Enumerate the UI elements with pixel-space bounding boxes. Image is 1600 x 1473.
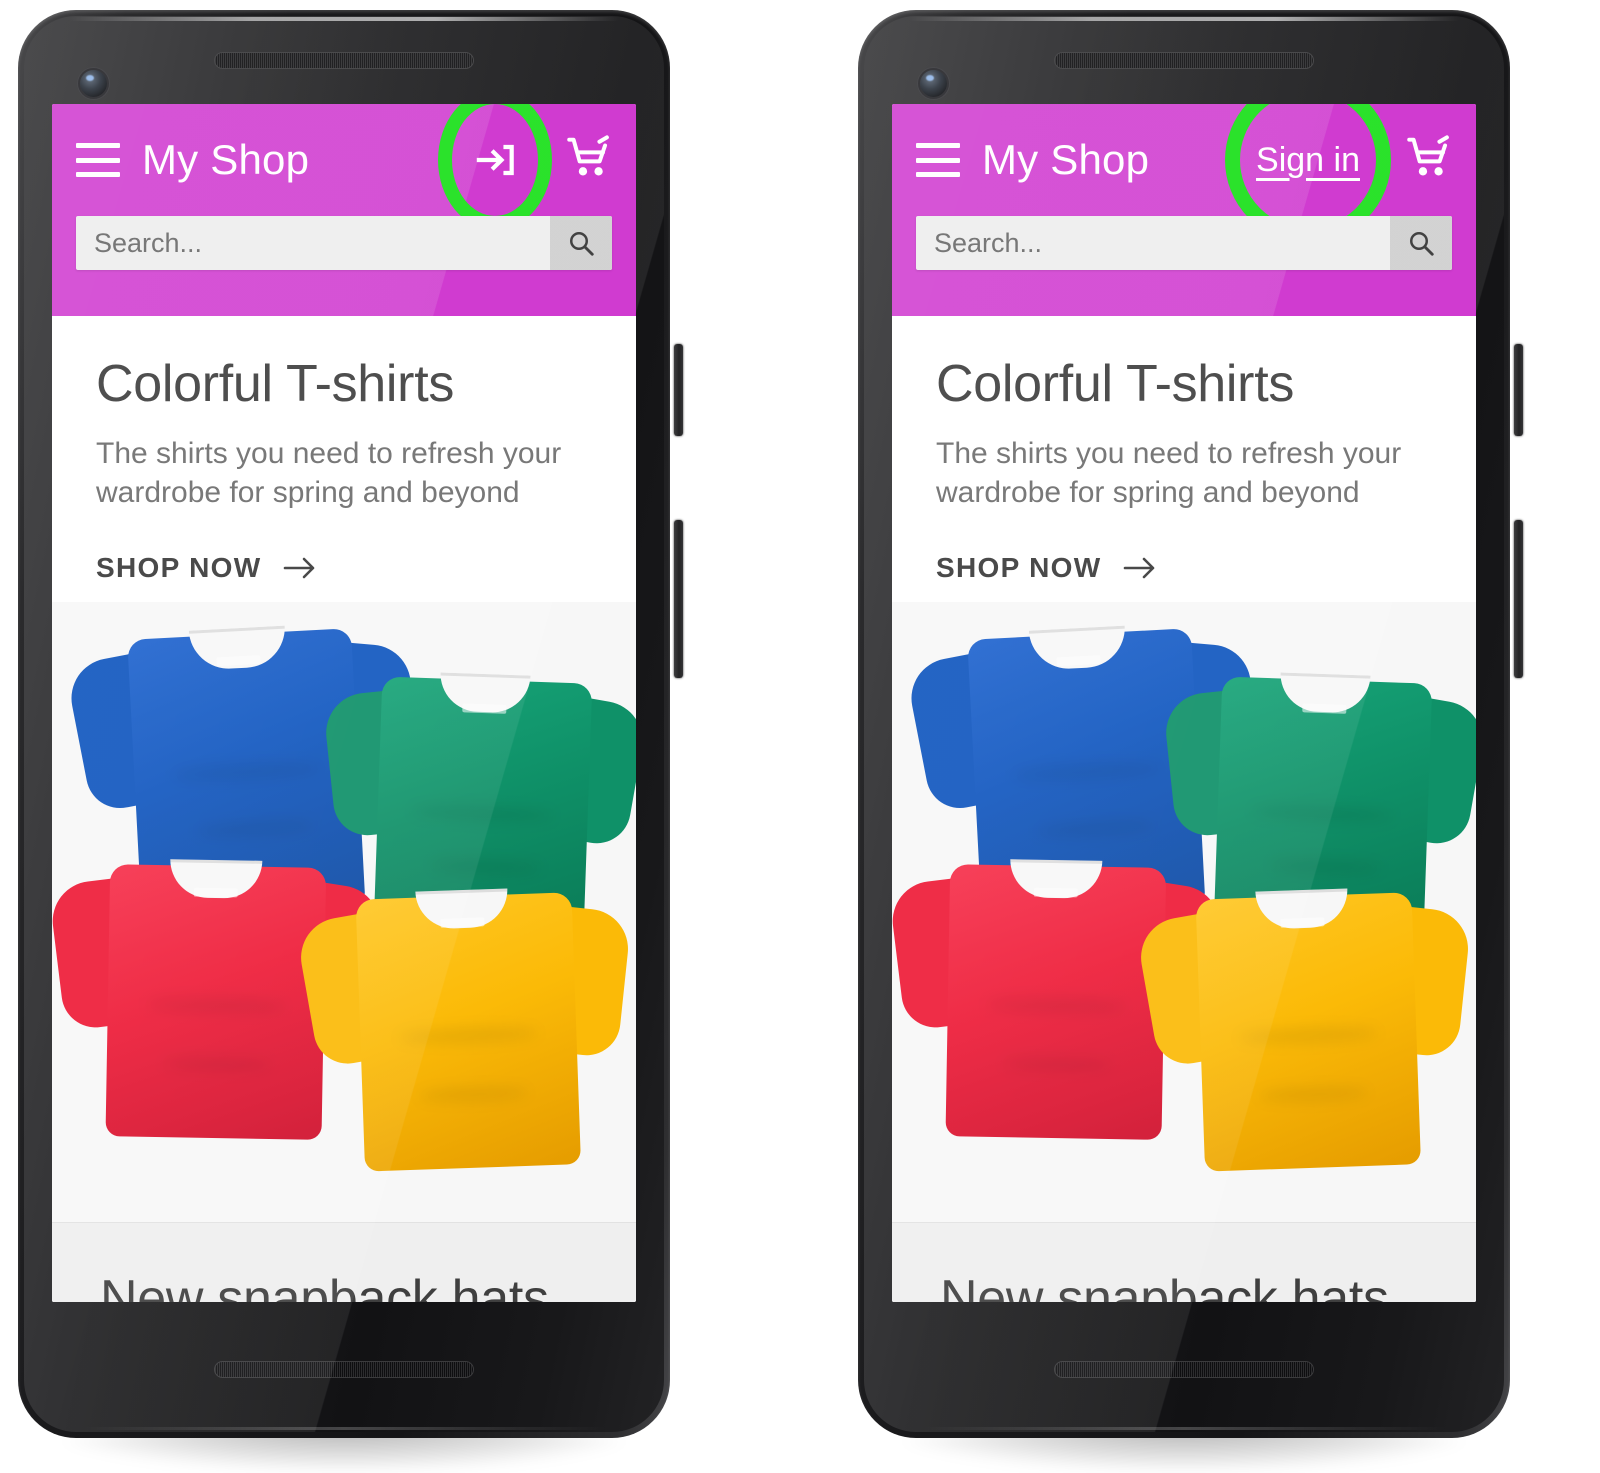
page-content: Colorful T-shirts The shirts you need to… [52,316,636,1302]
bottom-speaker-grille [214,1361,474,1378]
top-edge-glint [908,17,1460,21]
page-title: My Shop [142,136,310,183]
device-body: My Shop Search... Colorful T-shirts The … [24,16,664,1432]
search-bar[interactable] [916,216,1452,270]
arrow-right-icon [284,557,315,579]
search-icon [569,231,594,256]
tshirt-yellow [1134,873,1472,1175]
login-icon [476,144,514,176]
hero-title: Colorful T-shirts [936,355,1295,413]
search-submit-button[interactable] [1390,216,1452,270]
top-edge-glint [68,17,620,21]
power-button[interactable] [674,344,683,436]
app-bar: My Shop Sign in [892,104,1476,316]
phone-device-right: My Shop Sign in Search... Colorful T-shi… [848,6,1523,1472]
device-body: My Shop Sign in Search... Colorful T-shi… [864,16,1504,1432]
power-button[interactable] [1514,344,1523,436]
hero-subtitle: The shirts you need to refresh your ward… [96,437,562,509]
shopping-cart-icon[interactable] [564,133,614,188]
front-camera-icon [920,70,947,97]
shop-now-label: SHOP NOW [96,551,262,583]
volume-button[interactable] [674,520,683,678]
phone-screen-right: My Shop Sign in Search... Colorful T-shi… [892,104,1476,1302]
bottom-edge-glint [81,1427,607,1430]
hero-subtitle: The shirts you need to refresh your ward… [936,437,1402,509]
hero-image [892,601,1476,1222]
sign-in-button[interactable] [438,104,552,230]
bottom-edge-glint [921,1427,1447,1430]
search-input[interactable] [916,216,1390,270]
app-bar: My Shop [52,104,636,316]
search-input[interactable] [76,216,550,270]
hamburger-menu-icon[interactable] [916,143,960,177]
hero-card: Colorful T-shirts The shirts you need to… [52,316,636,1222]
page-title: My Shop [982,136,1150,183]
phone-device-left: My Shop Search... Colorful T-shirts The … [8,6,683,1472]
tshirt-yellow [294,873,632,1175]
front-camera-icon [80,70,107,97]
hero-image [52,601,636,1222]
shop-now-button[interactable]: SHOP NOW [936,552,1157,584]
section-snapback-hats: New snapback hats Dashing, distinctive. … [892,1221,1476,1302]
search-submit-button[interactable] [550,216,612,270]
hero-card: Colorful T-shirts The shirts you need to… [892,316,1476,1222]
comparison-stage: My Shop Search... Colorful T-shirts The … [0,0,1600,1473]
search-icon [1409,231,1434,256]
hamburger-menu-icon[interactable] [76,143,120,177]
shop-now-label: SHOP NOW [936,551,1102,583]
bottom-speaker-grille [1054,1361,1314,1378]
shop-now-button[interactable]: SHOP NOW [96,552,317,584]
arrow-right-icon [1124,557,1155,579]
section-two-title: New snapback hats [940,1269,1389,1302]
phone-screen-left: My Shop Search... Colorful T-shirts The … [52,104,636,1302]
page-content: Colorful T-shirts The shirts you need to… [892,316,1476,1302]
sign-in-label: Sign in [1256,140,1360,179]
earpiece-speaker-grille [1054,52,1314,69]
app-bar-row: My Shop Sign in [892,104,1476,243]
section-snapback-hats: New snapback hats Dashing, distinctive. … [52,1221,636,1302]
shopping-cart-icon[interactable] [1404,133,1454,188]
earpiece-speaker-grille [214,52,474,69]
sign-in-button[interactable]: Sign in [1225,104,1391,243]
search-bar[interactable] [76,216,612,270]
volume-button[interactable] [1514,520,1523,678]
hero-title: Colorful T-shirts [96,355,455,413]
section-two-title: New snapback hats [100,1269,549,1302]
app-bar-row: My Shop [52,104,636,230]
